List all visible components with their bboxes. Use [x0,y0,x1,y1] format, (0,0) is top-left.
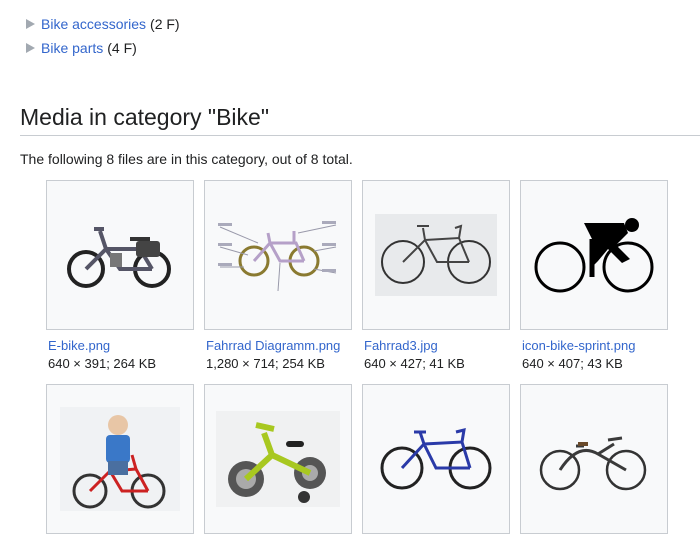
thumbnail[interactable] [520,180,668,330]
cyclist-sprint-icon [534,218,654,293]
gallery-item: Fahrrad Diagramm.png 1,280 × 714; 254 KB [204,180,354,371]
thumbnail[interactable] [204,180,352,330]
file-meta: 640 × 407; 43 KB [522,356,623,371]
boy-on-bike-photo-icon [60,407,180,511]
thumbnail[interactable] [204,384,352,534]
file-meta: 1,280 × 714; 254 KB [206,356,325,371]
vintage-bike-photo-icon [539,436,647,491]
thumbnail[interactable] [362,180,510,330]
thumbnail[interactable] [362,384,510,534]
e-bike-photo-icon [67,227,171,288]
road-bike-photo-icon [375,214,497,296]
thumbnail[interactable] [46,180,194,330]
category-summary: The following 8 files are in this catego… [20,151,353,167]
thumbnail[interactable] [46,384,194,534]
expand-triangle-icon[interactable] [26,43,35,53]
file-meta: 640 × 427; 41 KB [364,356,465,371]
expand-triangle-icon[interactable] [26,19,35,29]
file-name[interactable]: Fahrrad3.jpg [362,338,512,353]
gallery-item [362,384,512,542]
gallery-item [46,384,196,542]
section-heading: Media in category "Bike" [20,104,700,136]
file-name[interactable]: icon-bike-sprint.png [520,338,670,353]
gallery-item: icon-bike-sprint.png 640 × 407; 43 KB [520,180,670,371]
subcategory-link[interactable]: Bike parts [41,40,103,56]
file-name[interactable]: E-bike.png [46,338,196,353]
file-meta: 640 × 391; 264 KB [48,356,157,371]
gallery-item [204,384,354,542]
gallery-item [520,384,670,542]
subcategory-count: (4 F) [107,40,137,56]
subcategory-count: (2 F) [150,16,180,32]
gallery-item: E-bike.png 640 × 391; 264 KB [46,180,196,371]
gallery-item: Fahrrad3.jpg 640 × 427; 41 KB [362,180,512,371]
thumbnail[interactable] [520,384,668,534]
subcategory-list: Bike accessories (2 F) Bike parts (4 F) [26,12,180,60]
file-name[interactable]: Fahrrad Diagramm.png [204,338,354,353]
racing-bike-photo-icon [380,427,492,490]
kids-bike-photo-icon [216,411,340,507]
subcategory-item-bike-accessories: Bike accessories (2 F) [26,12,180,36]
subcategory-link[interactable]: Bike accessories [41,16,146,32]
bike-diagram-icon [218,221,337,292]
subcategory-item-bike-parts: Bike parts (4 F) [26,36,180,60]
